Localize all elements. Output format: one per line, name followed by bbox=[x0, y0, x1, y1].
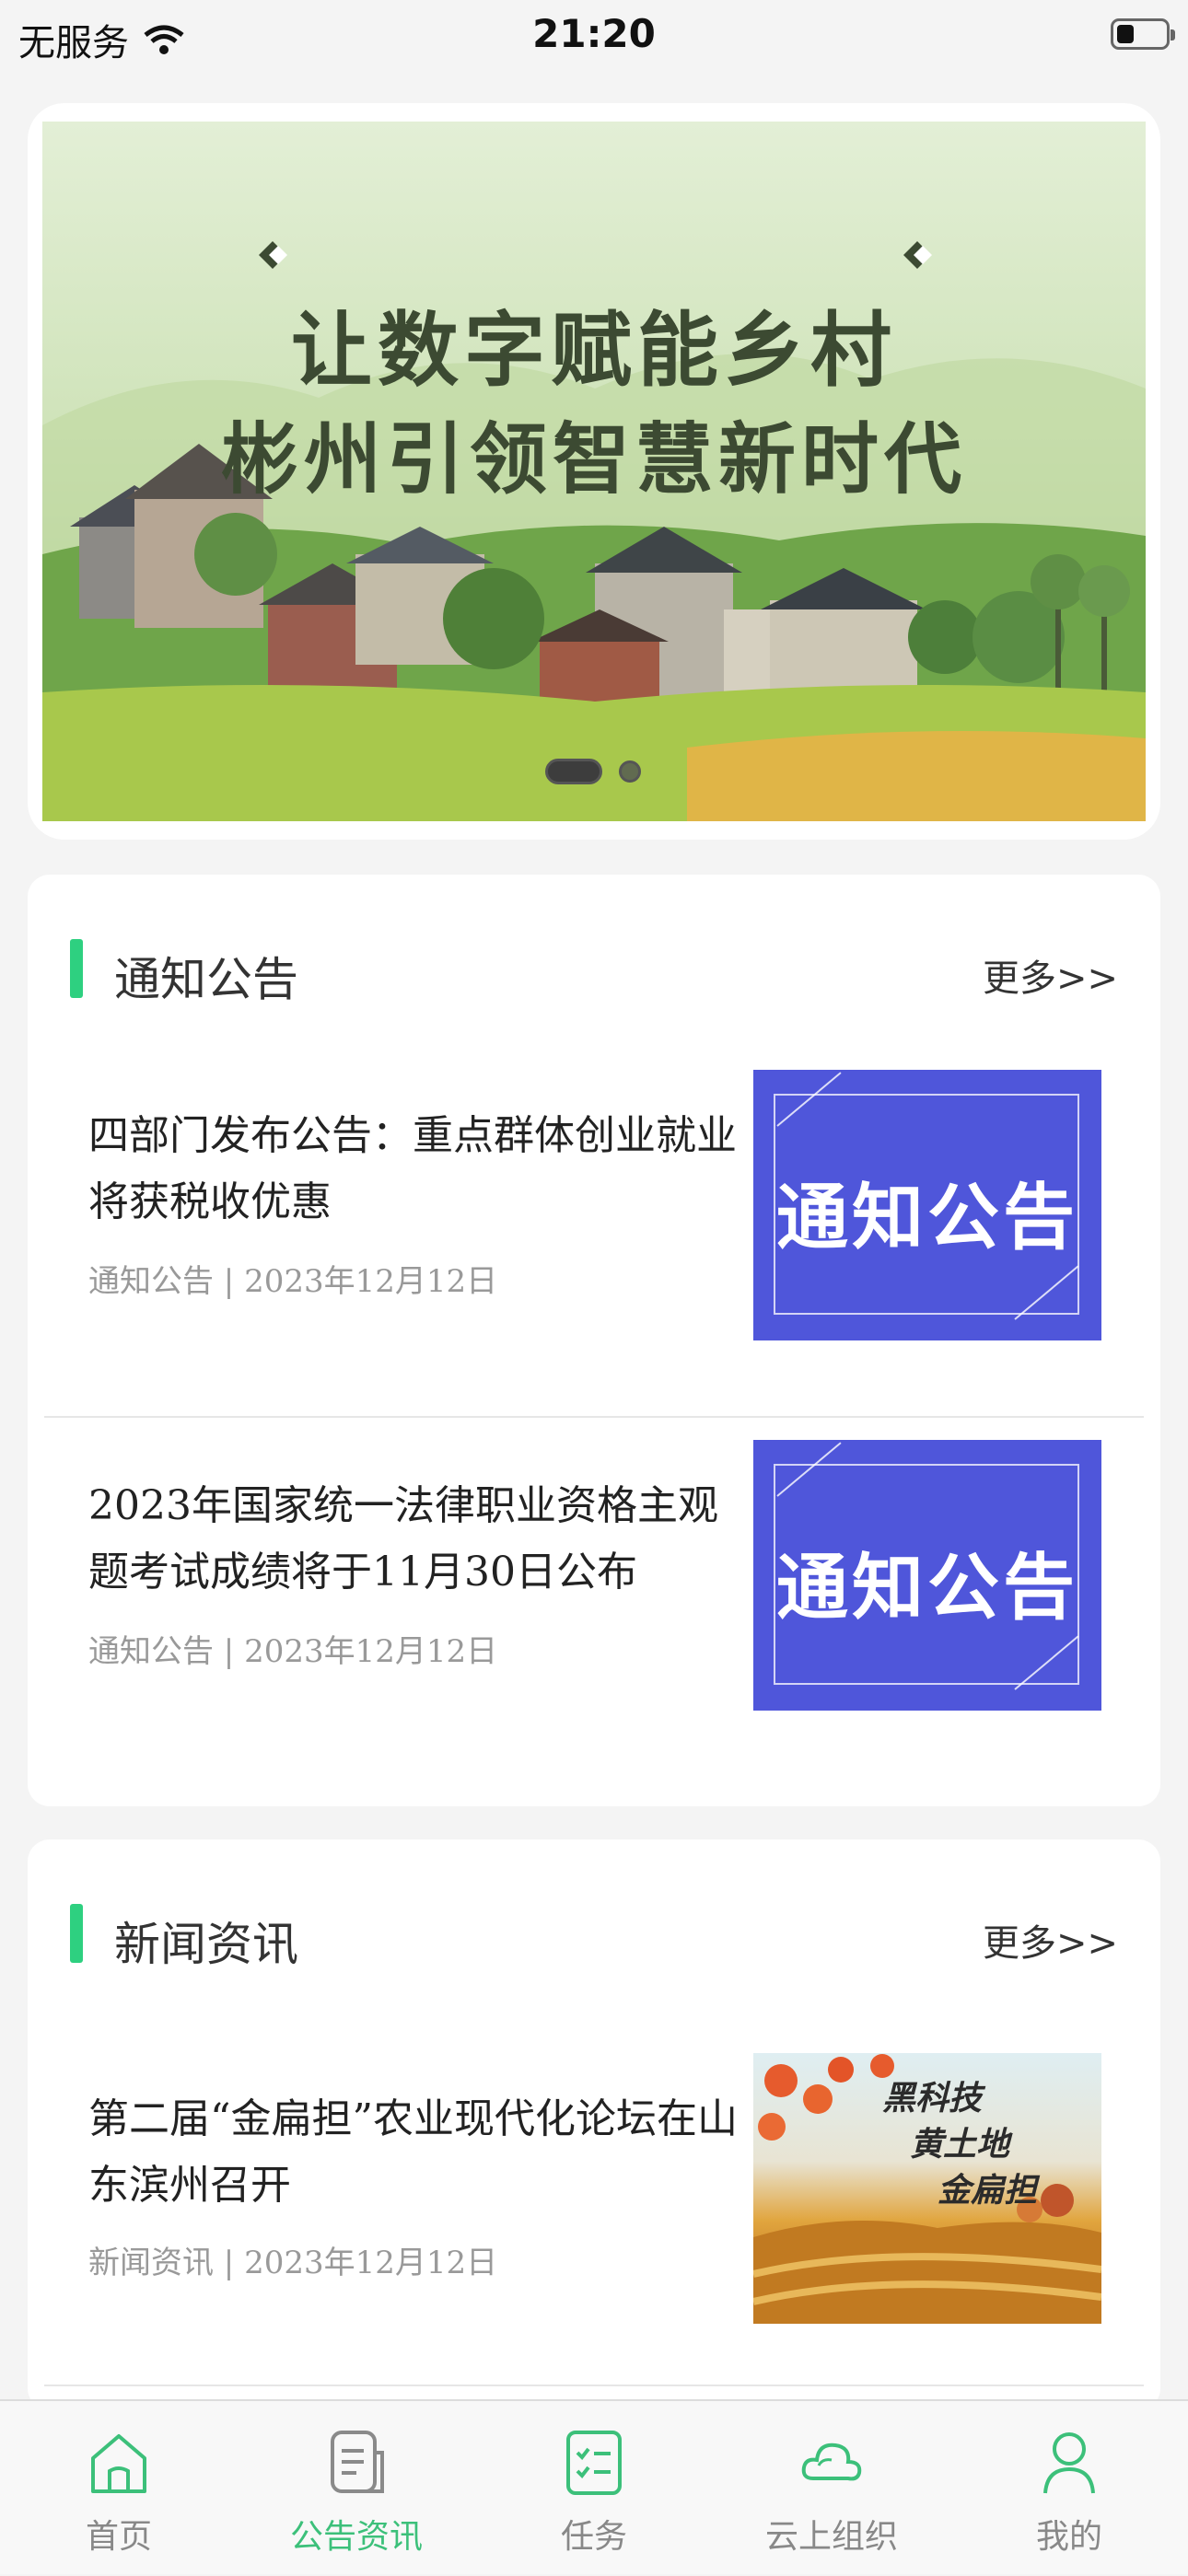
thumbnail-text-2: 黄土地 bbox=[910, 2125, 1010, 2164]
notices-header: 通知公告 更多>> bbox=[28, 875, 1160, 1059]
thumbnail-text: 通知公告 bbox=[775, 1547, 1078, 1630]
item-title: 四部门发布公告：重点群体创业就业将获税收优惠 bbox=[88, 1112, 737, 1225]
list-item[interactable]: 2023年国家统一法律职业资格主观题考试成绩将于11月30日公布 通知公告 | … bbox=[44, 1438, 1144, 1742]
item-meta: 通知公告 | 2023年12月12日 bbox=[88, 1633, 498, 1670]
carousel-indicator bbox=[0, 759, 1188, 786]
thumbnail-text-3: 金扁担 bbox=[938, 2171, 1038, 2210]
battery-icon bbox=[1111, 18, 1175, 50]
notices-section: 通知公告 更多>> 四部门发布公告：重点群体创业就业将获税收优惠 通知公告 | … bbox=[28, 875, 1160, 1806]
item-thumbnail: 黑科技 黄土地 金扁担 bbox=[753, 2053, 1101, 2324]
status-bar: 无服务 21:20 bbox=[0, 0, 1188, 74]
bottom-tab-bar: 首页 公告资讯 任务 云上组织 我的 bbox=[0, 2399, 1188, 2574]
item-title: 第二届“金扁担”农业现代化论坛在山东滨州召开 bbox=[88, 2095, 738, 2209]
tab-label: 首页 bbox=[85, 2518, 152, 2556]
list-item[interactable]: 四部门发布公告：重点群体创业就业将获税收优惠 通知公告 | 2023年12月12… bbox=[44, 1068, 1144, 1372]
item-thumbnail: 通知公告 bbox=[753, 1440, 1101, 1711]
tab-tasks[interactable]: 任务 bbox=[475, 2401, 713, 2576]
carousel-dot[interactable] bbox=[619, 760, 641, 783]
home-icon bbox=[91, 2434, 146, 2493]
cloud-icon bbox=[801, 2443, 862, 2481]
news-title: 新闻资讯 bbox=[114, 1918, 298, 1971]
divider bbox=[44, 1416, 1144, 1418]
tab-cloud-organization[interactable]: 云上组织 bbox=[713, 2401, 950, 2576]
tab-home[interactable]: 首页 bbox=[0, 2401, 238, 2576]
banner-carousel[interactable]: 让数字赋能乡村 彬州引领智慧新时代 bbox=[28, 103, 1160, 840]
news-section: 新闻资讯 更多>> 第二届“金扁担”农业现代化论坛在山东滨州召开 新闻资讯 | … bbox=[28, 1839, 1160, 2410]
clock: 21:20 bbox=[532, 11, 656, 56]
carousel-dot-active[interactable] bbox=[545, 759, 602, 784]
tab-label: 我的 bbox=[1035, 2518, 1102, 2556]
notices-more-link[interactable]: 更多>> bbox=[983, 948, 1118, 1002]
item-thumbnail: 通知公告 bbox=[753, 1070, 1101, 1340]
banner-headline-2: 彬州引领智慧新时代 bbox=[220, 414, 967, 505]
list-item[interactable]: 第二届“金扁担”农业现代化论坛在山东滨州召开 新闻资讯 | 2023年12月12… bbox=[44, 2053, 1144, 2357]
document-icon bbox=[331, 2431, 384, 2493]
item-title: 2023年国家统一法律职业资格主观题考试成绩将于11月30日公布 bbox=[88, 1482, 718, 1595]
divider bbox=[44, 2385, 1144, 2386]
tab-label: 任务 bbox=[560, 2518, 627, 2556]
section-marker bbox=[70, 1904, 83, 1963]
notices-title: 通知公告 bbox=[114, 953, 298, 1006]
checklist-icon bbox=[566, 2431, 622, 2495]
thumbnail-text: 通知公告 bbox=[775, 1177, 1078, 1259]
user-icon bbox=[1043, 2432, 1095, 2494]
banner-image[interactable]: 让数字赋能乡村 彬州引领智慧新时代 bbox=[42, 122, 1146, 821]
thumbnail-text-1: 黑科技 bbox=[882, 2079, 983, 2118]
news-more-link[interactable]: 更多>> bbox=[983, 1913, 1118, 1967]
section-marker bbox=[70, 939, 83, 998]
tab-label: 云上组织 bbox=[764, 2518, 898, 2556]
tab-announcements[interactable]: 公告资讯 bbox=[238, 2401, 475, 2576]
tab-profile[interactable]: 我的 bbox=[950, 2401, 1188, 2576]
banner-headline-1: 让数字赋能乡村 bbox=[290, 303, 897, 398]
tab-label: 公告资讯 bbox=[289, 2518, 423, 2556]
item-meta: 通知公告 | 2023年12月12日 bbox=[88, 1263, 498, 1300]
news-header: 新闻资讯 更多>> bbox=[28, 1839, 1160, 2024]
item-meta: 新闻资讯 | 2023年12月12日 bbox=[88, 2245, 498, 2281]
